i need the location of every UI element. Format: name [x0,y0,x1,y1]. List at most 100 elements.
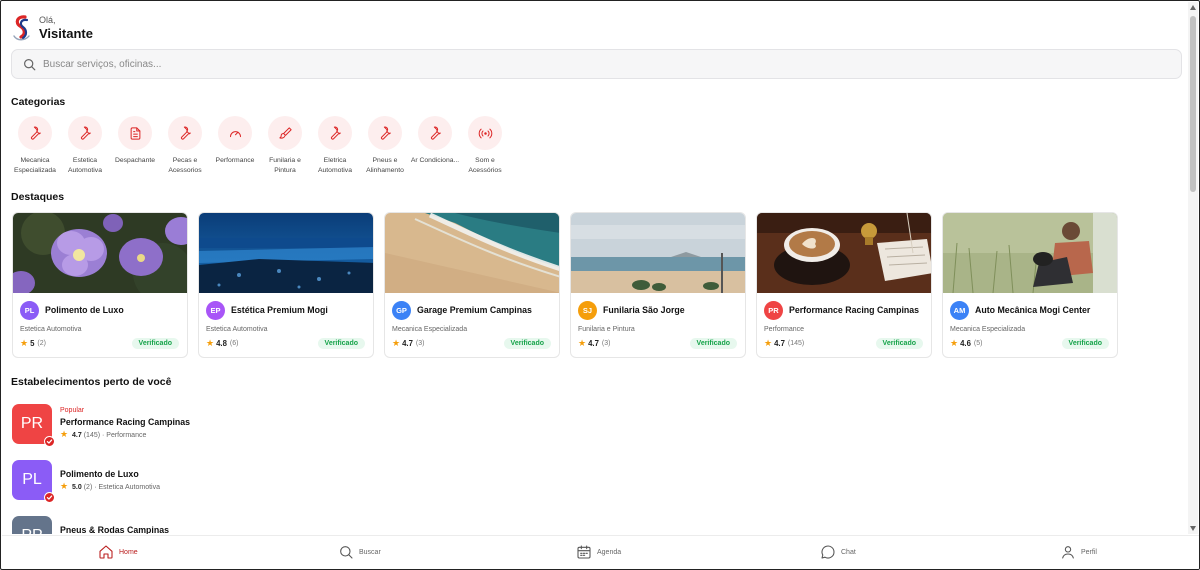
avatar-initials: PR [20,415,44,432]
user-icon [1060,544,1081,560]
header: Olá, Visitante [11,12,93,44]
category-funilaria-e-pintura[interactable]: Funilaria e Pintura [260,116,310,175]
rating-count: (145) [83,432,101,439]
search-bar[interactable] [11,49,1182,79]
category-label: Som e Acessórios [468,157,502,174]
verified-badge: Verificado [503,338,551,349]
nav-chat[interactable]: Chat [820,544,856,560]
star-icon: ★ [764,338,773,348]
verified-badge: Verificado [689,338,737,349]
main-content: Olá, Visitante Categorias Mecanica Espec… [2,2,1189,534]
nav-agenda[interactable]: Agenda [576,544,621,560]
featured-card-image [943,213,1117,293]
category-mecanica-especializada[interactable]: Mecanica Especializada [10,116,60,175]
list-item[interactable]: PR Popular Performance Racing Campinas ★… [12,404,190,460]
featured-card[interactable]: SJ Funilaria São Jorge Funilaria e Pintu… [570,212,746,358]
category-label: Despachante [114,157,156,164]
list-item-name: Performance Racing Campinas [60,417,191,427]
category-icon-circle [268,116,302,150]
star-icon: ★ [392,338,401,348]
paintbrush-icon [278,126,293,141]
nav-label: Chat [841,548,856,556]
calendar-icon [576,544,597,560]
avatar: PL [20,300,39,320]
nav-home[interactable]: Home [98,544,138,560]
list-item-name: Polimento de Luxo [60,469,139,479]
rating-count: (5) [973,340,983,347]
nearby-list: PR Popular Performance Racing Campinas ★… [12,404,190,534]
featured-card-name: Auto Mecânica Mogi Center [975,305,1091,315]
category-label: Eletrica Automotiva [317,157,352,174]
scroll-up-arrow-icon[interactable] [1190,5,1196,10]
greeting-label: Olá, [39,14,56,25]
featured-card-name: Performance Racing Campinas [789,305,920,315]
rating-value: 4.8 [216,339,227,348]
list-item[interactable]: PL Polimento de Luxo ★ 5.0 (2) · Estetic… [12,460,190,516]
category-ar-condiciona[interactable]: Ar Condiciona... [410,116,460,175]
featured-list: PL Polimento de Luxo Estetica Automotiva… [12,212,1118,358]
rating: ★ 4.7 (145) [764,338,804,349]
featured-card[interactable]: PR Performance Racing Campinas Performan… [756,212,932,358]
verified-badge: Verificado [875,338,923,349]
category-icon-circle [168,116,202,150]
rating-value: 4.7 [588,339,599,348]
avatar: GP [392,300,411,320]
scrollbar-thumb[interactable] [1190,16,1196,192]
featured-card-category: Mecanica Especializada [392,326,468,333]
nav-label: Home [119,548,138,556]
featured-card-image [757,213,931,293]
search-input[interactable] [43,58,1143,70]
category-som-e-acess-rios[interactable]: Som e Acessórios [460,116,510,175]
nav-buscar[interactable]: Buscar [338,544,381,560]
rating-count: (6) [229,340,239,347]
category-pecas-e-acessorios[interactable]: Pecas e Acessorios [160,116,210,175]
verified-badge: Verificado [317,338,365,349]
category-label: Pneus e Alinhamento [366,157,404,174]
featured-card[interactable]: EP Estética Premium Mogi Estetica Automo… [198,212,374,358]
verified-check-icon [44,492,55,503]
star-icon: ★ [578,338,587,348]
nav-label: Perfil [1081,548,1097,556]
verified-check-icon [44,436,55,447]
scroll-down-arrow-icon[interactable] [1190,526,1196,531]
list-item-meta: ★ 5.0 (2) · Estetica Automotiva [60,480,160,494]
list-item[interactable]: PP Pneus & Rodas Campinas ★ 4.5 (2) · Pn… [12,516,190,534]
category-pneus-e-alinhamento[interactable]: Pneus e Alinhamento [360,116,410,175]
nav-perfil[interactable]: Perfil [1060,544,1097,560]
wrench-icon [378,126,393,141]
featured-card-name: Polimento de Luxo [45,305,124,315]
list-item-meta: ★ 4.7 (145) · Performance [60,428,190,442]
featured-card-category: Estetica Automotiva [20,326,82,333]
featured-card[interactable]: PL Polimento de Luxo Estetica Automotiva… [12,212,188,358]
category-icon-circle [18,116,52,150]
wrench-icon [78,126,93,141]
category-performance[interactable]: Performance [210,116,260,175]
category-estetica-automotiva[interactable]: Estetica Automotiva [60,116,110,175]
category-label: Funilaria e Pintura [269,157,301,174]
rating: ★ 4.7 (3) [392,338,424,349]
vertical-scrollbar[interactable] [1188,2,1198,534]
star-icon: ★ [950,338,959,348]
category-despachante[interactable]: Despachante [110,116,160,175]
popular-tag: Popular [60,407,85,414]
featured-card[interactable]: GP Garage Premium Campinas Mecanica Espe… [384,212,560,358]
featured-card-category: Mecanica Especializada [950,326,1026,333]
category-icon-circle [368,116,402,150]
document-icon [128,126,143,141]
category-label: Pecas e Acessorios [168,157,202,174]
category-eletrica-automotiva[interactable]: Eletrica Automotiva [310,116,360,175]
rating: ★ 4.6 (5) [950,338,982,349]
chat-icon [820,544,841,560]
star-icon: ★ [60,429,69,439]
categories-title: Categorias [11,96,66,108]
rating-count: (2) [83,484,93,491]
list-item-category: · Estetica Automotiva [94,484,160,491]
avatar-initials: PP [21,527,42,534]
wrench-icon [178,126,193,141]
avatar: PL [12,460,55,503]
featured-card[interactable]: AM Auto Mecânica Mogi Center Mecanica Es… [942,212,1118,358]
category-label: Estetica Automotiva [67,157,102,174]
featured-card-name: Garage Premium Campinas [417,305,532,315]
rating-count: (145) [787,340,805,347]
category-icon-circle [468,116,502,150]
